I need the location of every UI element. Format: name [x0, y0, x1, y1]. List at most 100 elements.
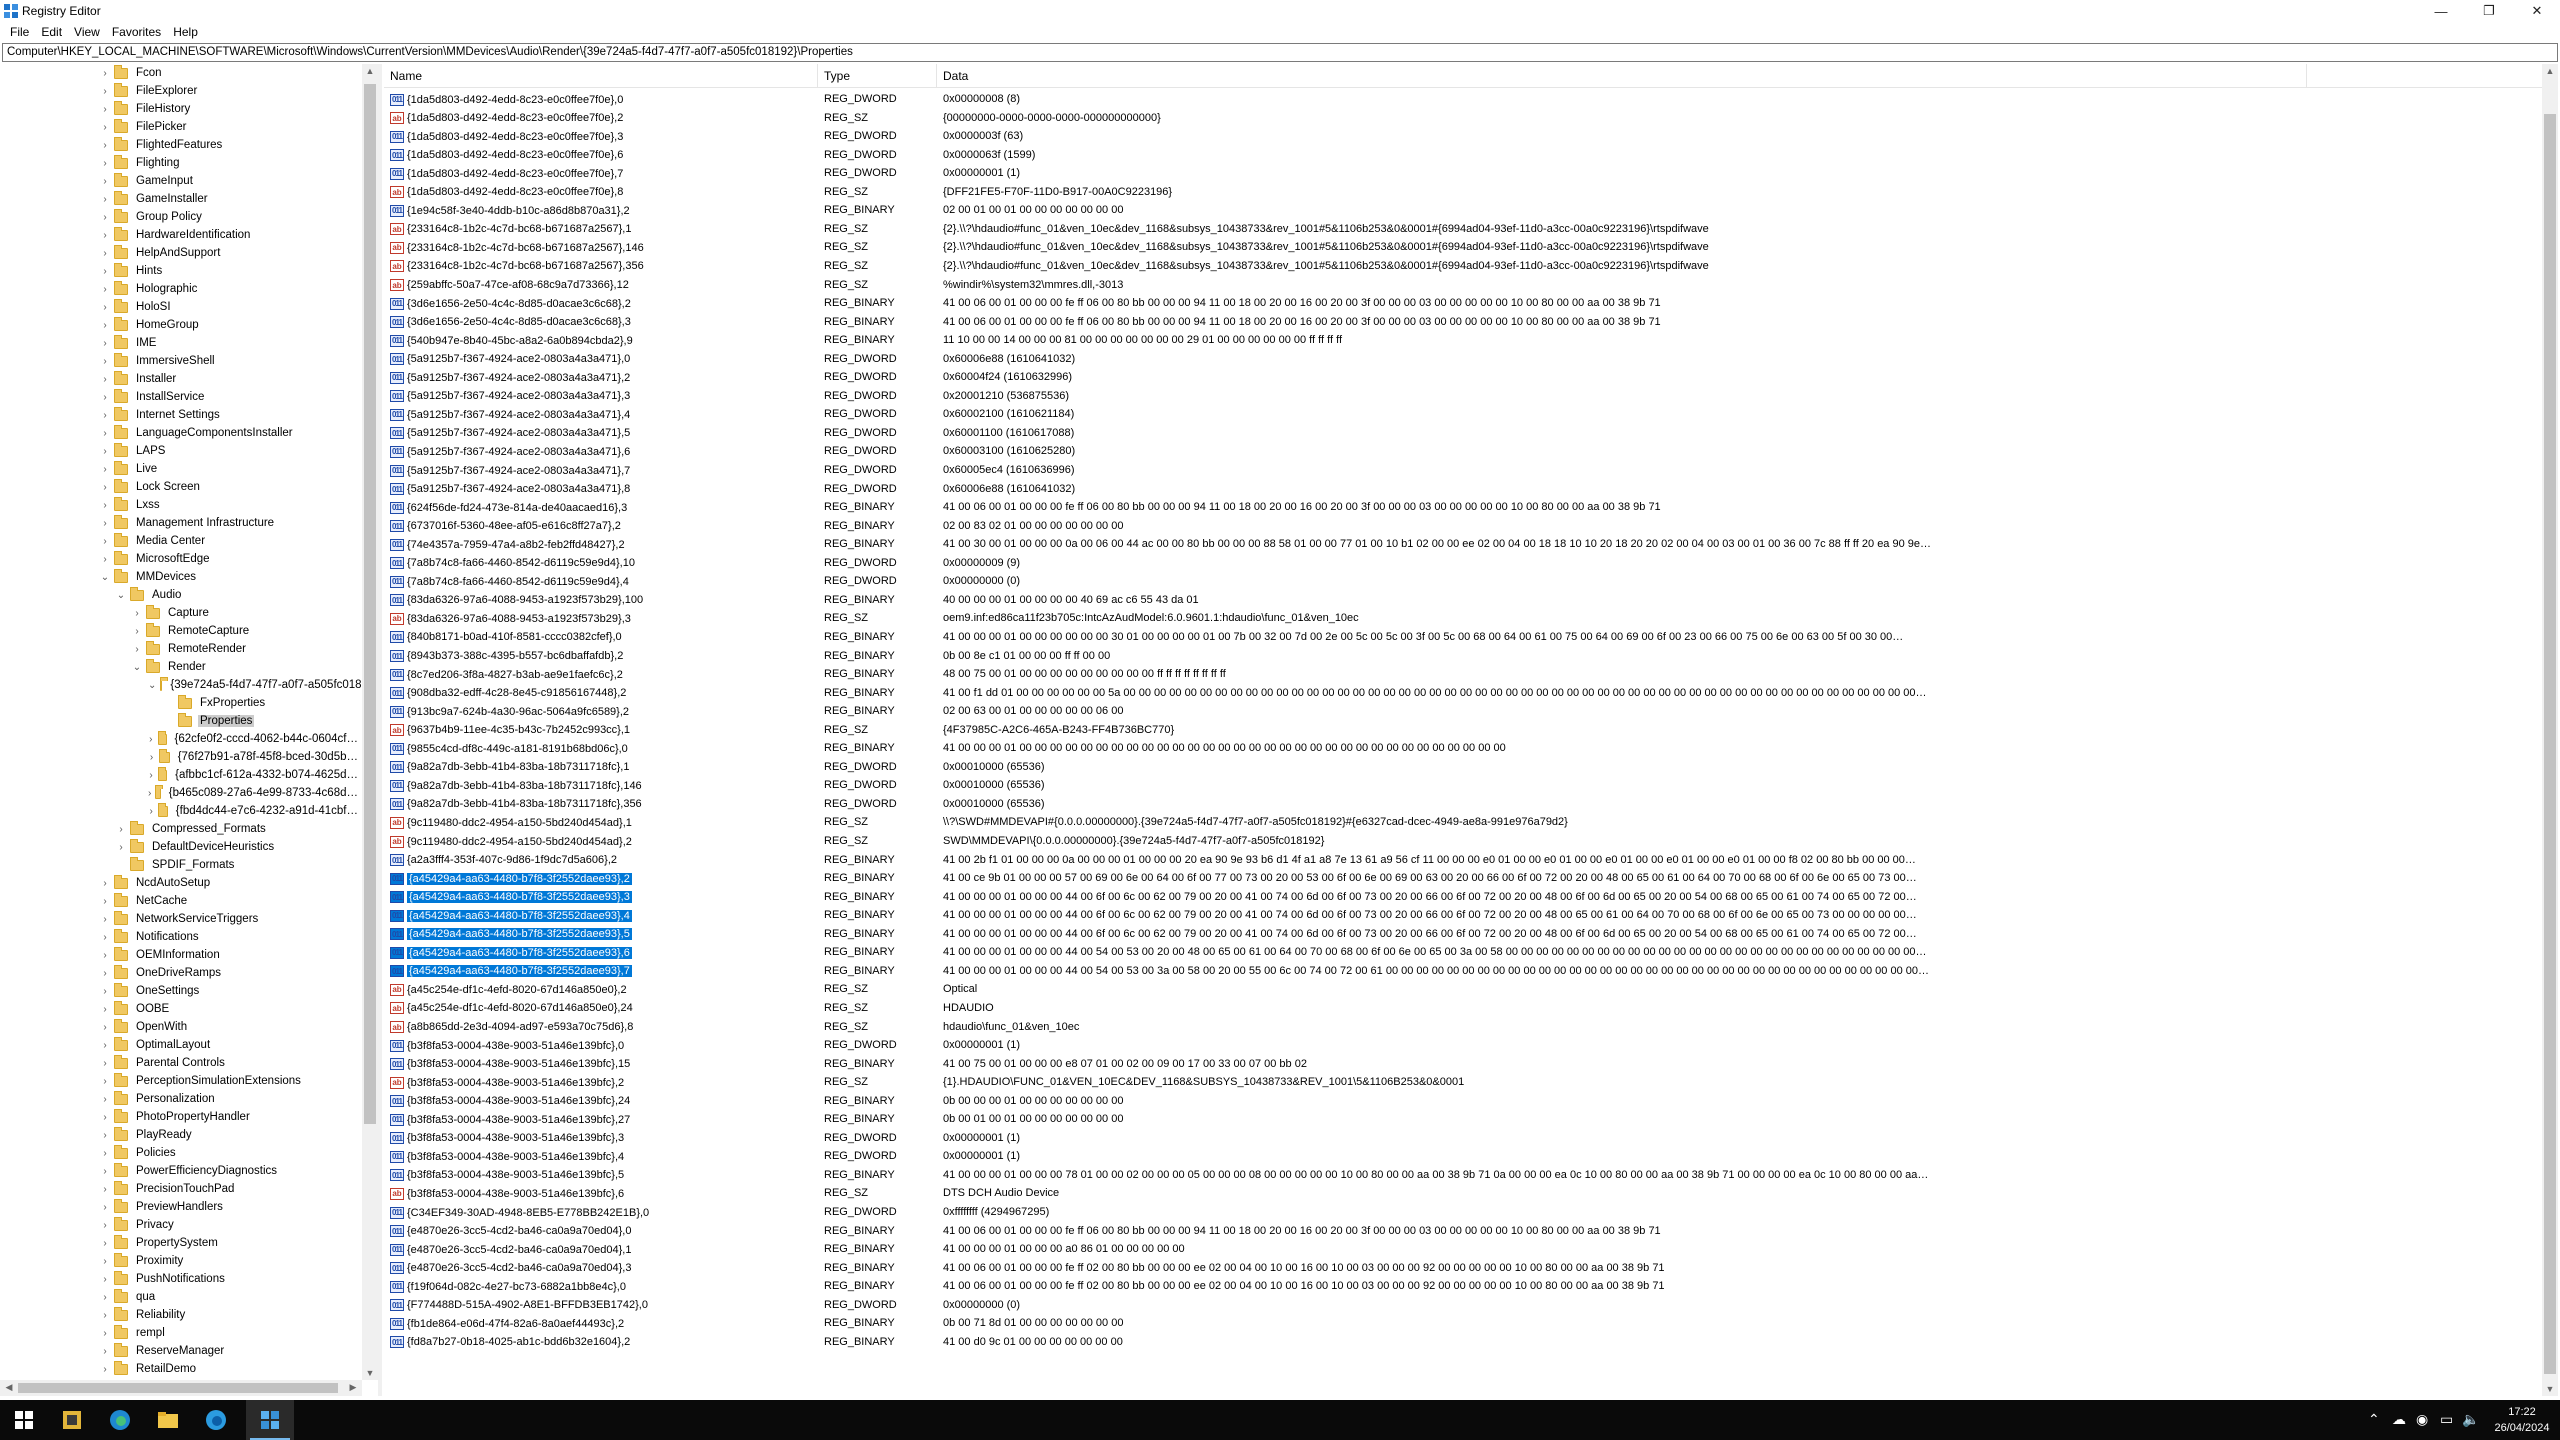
- tree-item[interactable]: › DefaultDeviceHeuristics: [0, 838, 360, 856]
- tree-item[interactable]: › RemoteCapture: [0, 622, 360, 640]
- value-row[interactable]: ab {1da5d803-d492-4edd-8c23-e0c0ffee7f0e}…: [384, 109, 2542, 128]
- menu-favorites[interactable]: Favorites: [106, 25, 167, 39]
- chevron-right-icon[interactable]: ›: [100, 1292, 110, 1303]
- chevron-right-icon[interactable]: ›: [100, 1058, 110, 1069]
- value-row[interactable]: 011 {b3f8fa53-0004-438e-9003-51a46e139bfc…: [384, 1092, 2542, 1111]
- scroll-up-icon[interactable]: ▲: [362, 66, 378, 76]
- scroll-right-icon[interactable]: ▶: [345, 1382, 361, 1393]
- chevron-right-icon[interactable]: ›: [100, 374, 110, 385]
- tree-item[interactable]: › {62cfe0f2-cccd-4062-b44c-0604cf…: [0, 730, 360, 748]
- chevron-right-icon[interactable]: ›: [148, 788, 151, 799]
- chevron-right-icon[interactable]: ›: [100, 500, 110, 511]
- tree-item[interactable]: › InstallService: [0, 388, 360, 406]
- chevron-right-icon[interactable]: ›: [148, 752, 155, 763]
- tree-item[interactable]: › Fcon: [0, 64, 360, 82]
- tree-item[interactable]: › PerceptionSimulationExtensions: [0, 1072, 360, 1090]
- tree-item[interactable]: › FileHistory: [0, 100, 360, 118]
- value-row[interactable]: 011 {3d6e1656-2e50-4c4c-8d85-d0acae3c6c68…: [384, 313, 2542, 332]
- tree-item[interactable]: ⌄ Audio: [0, 586, 360, 604]
- tree-item[interactable]: › HomeGroup: [0, 316, 360, 334]
- taskbar-regedit[interactable]: [246, 1400, 294, 1440]
- chevron-right-icon[interactable]: ›: [100, 986, 110, 997]
- values-list[interactable]: Name Type Data 011 {1da5d803-d492-4edd-8c…: [384, 64, 2542, 1396]
- chevron-right-icon[interactable]: ›: [100, 194, 110, 205]
- value-row[interactable]: ab {a8b865dd-2e3d-4094-ad97-e593a70c75d6}…: [384, 1018, 2542, 1037]
- tree-item[interactable]: › qua: [0, 1288, 360, 1306]
- chevron-right-icon[interactable]: ›: [100, 1148, 110, 1159]
- tree-item[interactable]: ⌄ Render: [0, 658, 360, 676]
- chevron-right-icon[interactable]: ›: [116, 824, 126, 835]
- tree-item[interactable]: › Holographic: [0, 280, 360, 298]
- chevron-right-icon[interactable]: ›: [100, 446, 110, 457]
- menu-file[interactable]: File: [4, 25, 35, 39]
- value-row[interactable]: 011 {5a9125b7-f367-4924-ace2-0803a4a3a471…: [384, 480, 2542, 499]
- chevron-right-icon[interactable]: ›: [100, 230, 110, 241]
- tree-item[interactable]: › Management Infrastructure: [0, 514, 360, 532]
- chevron-down-icon[interactable]: ⌄: [132, 662, 142, 673]
- value-row[interactable]: ab {1da5d803-d492-4edd-8c23-e0c0ffee7f0e}…: [384, 183, 2542, 202]
- value-row[interactable]: 011 {6737016f-5360-48ee-af05-e616c8ff27a7…: [384, 517, 2542, 536]
- chevron-right-icon[interactable]: ›: [100, 464, 110, 475]
- tree-item[interactable]: › OEMInformation: [0, 946, 360, 964]
- chevron-right-icon[interactable]: ›: [100, 176, 110, 187]
- value-row[interactable]: 011 {F774488D-515A-4902-A8E1-BFFDB3EB1742…: [384, 1296, 2542, 1315]
- value-row[interactable]: 011 {fb1de864-e06d-47f4-82a6-8a0aef44493c…: [384, 1314, 2542, 1333]
- value-row[interactable]: ab {233164c8-1b2c-4c7d-bc68-b671687a2567}…: [384, 238, 2542, 257]
- close-button[interactable]: ✕: [2514, 0, 2560, 22]
- chevron-right-icon[interactable]: ›: [100, 1346, 110, 1357]
- address-bar[interactable]: Computer\HKEY_LOCAL_MACHINE\SOFTWARE\Mic…: [2, 43, 2558, 62]
- tree-item[interactable]: › OOBE: [0, 1000, 360, 1018]
- value-row[interactable]: 011 {1da5d803-d492-4edd-8c23-e0c0ffee7f0e…: [384, 127, 2542, 146]
- column-header-type[interactable]: Type: [818, 64, 937, 88]
- tree-item[interactable]: › OpenWith: [0, 1018, 360, 1036]
- scroll-up-icon[interactable]: ▲: [2542, 66, 2558, 76]
- value-row[interactable]: 011 {5a9125b7-f367-4924-ace2-0803a4a3a471…: [384, 424, 2542, 443]
- tree-item[interactable]: › NetCache: [0, 892, 360, 910]
- value-row[interactable]: 011 {a45429a4-aa63-4480-b7f8-3f2552daee93…: [384, 925, 2542, 944]
- tree-item[interactable]: › Capture: [0, 604, 360, 622]
- value-row[interactable]: 011 {5a9125b7-f367-4924-ace2-0803a4a3a471…: [384, 461, 2542, 480]
- tree-item[interactable]: SPDIF_Formats: [0, 856, 360, 874]
- tree-item[interactable]: › rempl: [0, 1324, 360, 1342]
- chevron-right-icon[interactable]: ›: [100, 1040, 110, 1051]
- value-row[interactable]: ab {a45c254e-df1c-4efd-8020-67d146a850e0}…: [384, 999, 2542, 1018]
- value-row[interactable]: 011 {a45429a4-aa63-4480-b7f8-3f2552daee93…: [384, 869, 2542, 888]
- menu-help[interactable]: Help: [167, 25, 204, 39]
- chevron-right-icon[interactable]: ›: [148, 770, 154, 781]
- chevron-down-icon[interactable]: ⌄: [148, 680, 156, 691]
- column-header-data[interactable]: Data: [937, 64, 2307, 88]
- value-row[interactable]: 011 {5a9125b7-f367-4924-ace2-0803a4a3a471…: [384, 405, 2542, 424]
- value-row[interactable]: 011 {5a9125b7-f367-4924-ace2-0803a4a3a471…: [384, 442, 2542, 461]
- chevron-right-icon[interactable]: ›: [100, 104, 110, 115]
- value-row[interactable]: 011 {840b8171-b0ad-410f-8581-cccc0382cfef…: [384, 628, 2542, 647]
- pane-splitter[interactable]: [378, 64, 382, 1396]
- chevron-right-icon[interactable]: ›: [132, 626, 142, 637]
- chevron-right-icon[interactable]: ›: [100, 968, 110, 979]
- value-row[interactable]: 011 {540b947e-8b40-45bc-a8a2-6a0b894cbda2…: [384, 331, 2542, 350]
- chevron-right-icon[interactable]: ›: [100, 86, 110, 97]
- value-row[interactable]: ab {b3f8fa53-0004-438e-9003-51a46e139bfc}…: [384, 1184, 2542, 1203]
- tree-item[interactable]: › {b465c089-27a6-4e99-8733-4c68d…: [0, 784, 360, 802]
- chevron-right-icon[interactable]: ›: [100, 914, 110, 925]
- chevron-right-icon[interactable]: ›: [100, 248, 110, 259]
- tree-item[interactable]: › Notifications: [0, 928, 360, 946]
- value-row[interactable]: 011 {b3f8fa53-0004-438e-9003-51a46e139bfc…: [384, 1110, 2542, 1129]
- chevron-right-icon[interactable]: ›: [100, 878, 110, 889]
- value-row[interactable]: 011 {7a8b74c8-fa66-4460-8542-d6119c59e9d4…: [384, 572, 2542, 591]
- tree-item[interactable]: › Media Center: [0, 532, 360, 550]
- value-row[interactable]: 011 {9855c4cd-df8c-449c-a181-8191b68bd06c…: [384, 739, 2542, 758]
- tree-item[interactable]: › NetworkServiceTriggers: [0, 910, 360, 928]
- value-row[interactable]: ab {83da6326-97a6-4088-9453-a1923f573b29}…: [384, 609, 2542, 628]
- chevron-right-icon[interactable]: ›: [100, 320, 110, 331]
- scroll-down-icon[interactable]: ▼: [2542, 1384, 2558, 1394]
- chevron-right-icon[interactable]: ›: [100, 1364, 110, 1375]
- value-row[interactable]: 011 {8c7ed206-3f8a-4827-b3ab-ae9e1faefc6c…: [384, 665, 2542, 684]
- chevron-right-icon[interactable]: ›: [100, 266, 110, 277]
- chevron-right-icon[interactable]: ›: [100, 212, 110, 223]
- tree-item[interactable]: › {76f27b91-a78f-45f8-bced-30d5b…: [0, 748, 360, 766]
- chevron-right-icon[interactable]: ›: [100, 122, 110, 133]
- tree-item[interactable]: › PreviewHandlers: [0, 1198, 360, 1216]
- value-row[interactable]: ab {b3f8fa53-0004-438e-9003-51a46e139bfc}…: [384, 1073, 2542, 1092]
- value-row[interactable]: 011 {3d6e1656-2e50-4c4c-8d85-d0acae3c6c68…: [384, 294, 2542, 313]
- tree-item[interactable]: › FileExplorer: [0, 82, 360, 100]
